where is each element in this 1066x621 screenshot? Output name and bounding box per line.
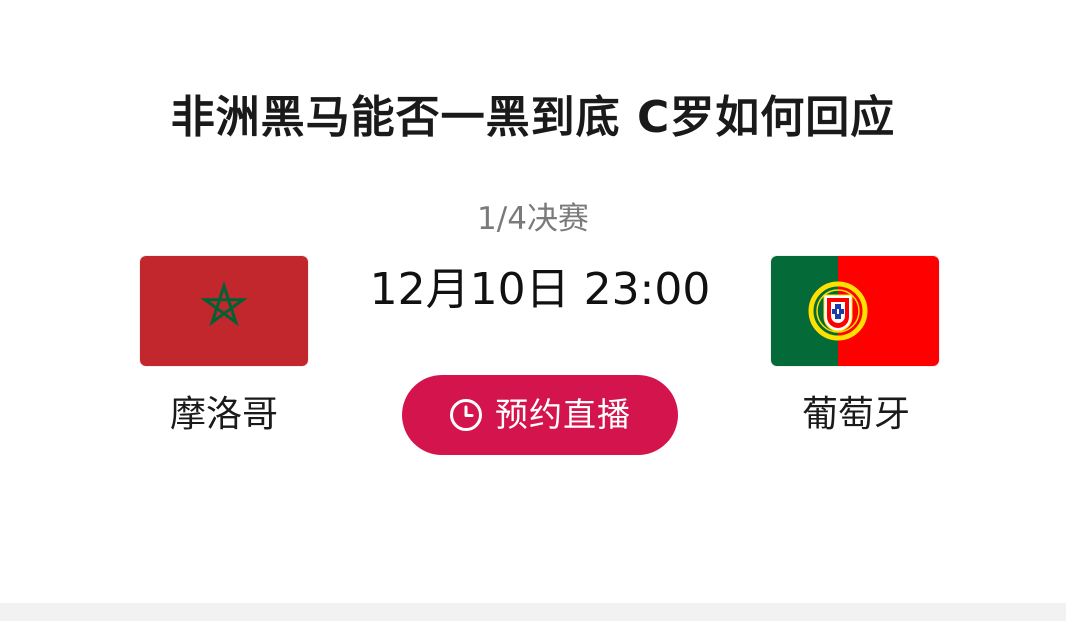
team-name-home: 摩洛哥 [169, 394, 278, 435]
reserve-live-button[interactable]: 预约直播 [402, 375, 678, 455]
team-name-away: 葡萄牙 [801, 394, 910, 435]
match-title: 非洲黑马能否一黑到底 C罗如何回应 [170, 92, 896, 143]
morocco-flag-icon [140, 256, 308, 366]
clock-icon [449, 398, 483, 432]
reserve-live-label: 预约直播 [495, 395, 631, 434]
match-stage: 1/4决赛 [477, 201, 589, 237]
bottom-divider [0, 603, 1066, 621]
match-card: 非洲黑马能否一黑到底 C罗如何回应 1/4决赛 12月10日 23:00 摩洛哥… [0, 0, 1066, 603]
portugal-flag-icon [771, 256, 939, 366]
